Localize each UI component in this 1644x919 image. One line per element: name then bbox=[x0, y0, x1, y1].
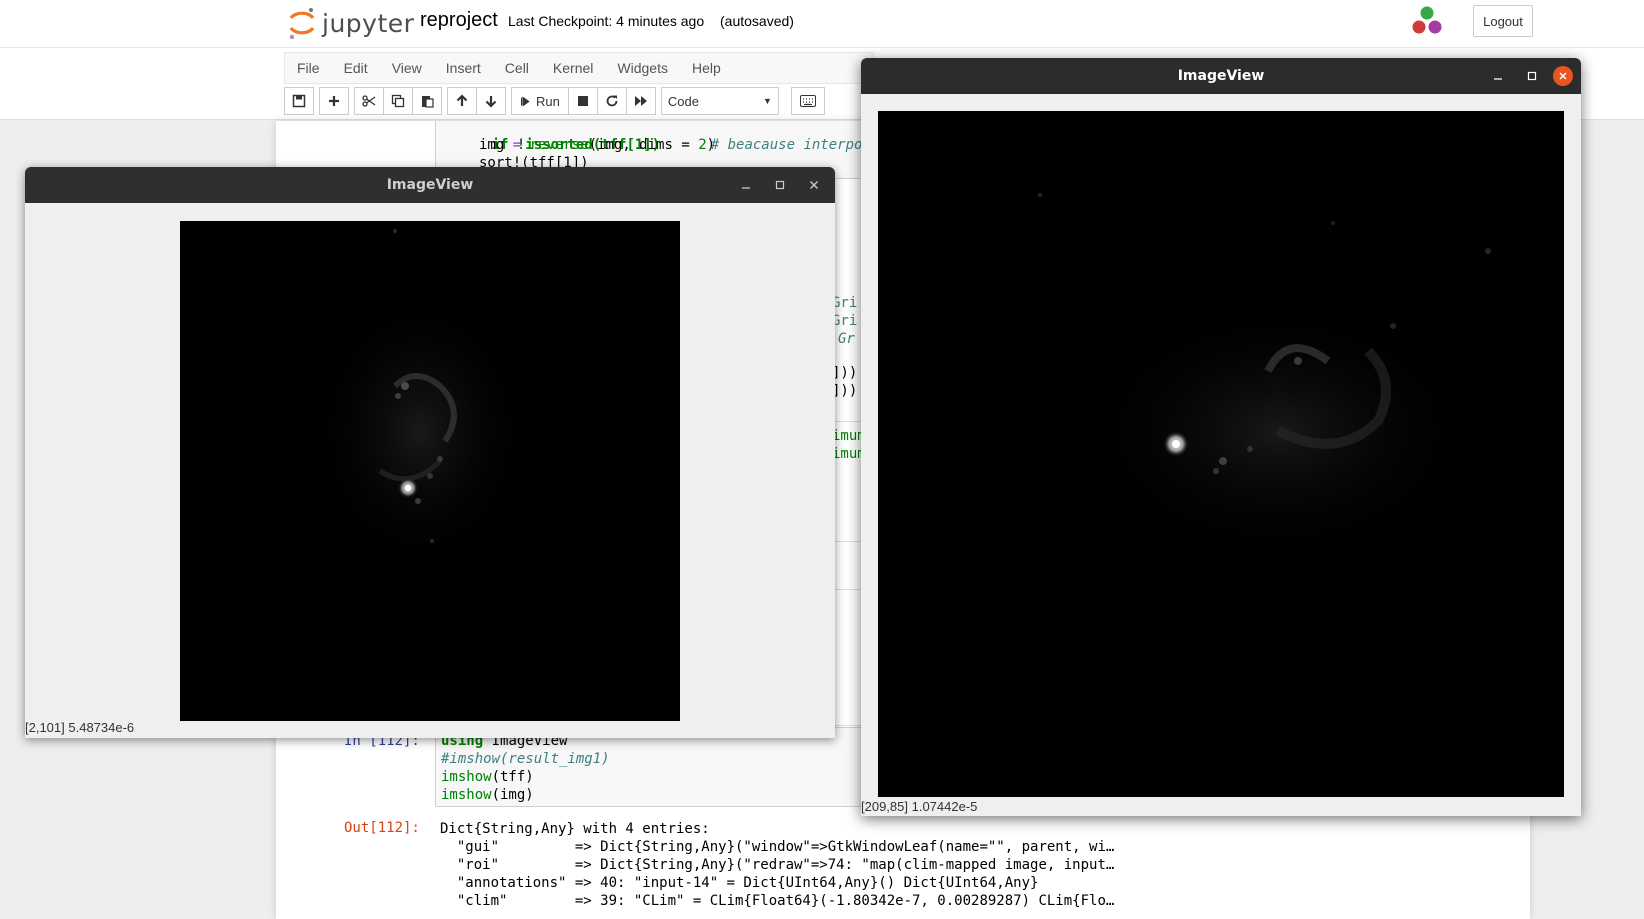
notebook-name[interactable]: reproject bbox=[420, 9, 498, 32]
paste-button[interactable] bbox=[412, 87, 442, 115]
code-comment: # beacause interpola bbox=[710, 137, 880, 153]
code-fragment: ])) bbox=[832, 383, 858, 399]
dropdown-caret-icon: ▼ bbox=[762, 96, 772, 106]
window-title: ImageView bbox=[386, 177, 474, 193]
toolbar: Run Code ▼ bbox=[284, 86, 825, 116]
move-up-button[interactable] bbox=[447, 87, 477, 115]
window-titlebar[interactable]: ImageView bbox=[861, 58, 1581, 94]
run-button[interactable]: Run bbox=[511, 87, 569, 115]
save-icon bbox=[292, 94, 306, 108]
code-fn: reverse bbox=[529, 137, 589, 153]
plus-icon bbox=[329, 96, 339, 106]
galaxy-image bbox=[878, 111, 1564, 797]
checkpoint-status: Last Checkpoint: 4 minutes ago bbox=[508, 13, 705, 29]
maximize-icon bbox=[1527, 71, 1537, 81]
restart-run-all-button[interactable] bbox=[625, 87, 656, 115]
maximize-button[interactable] bbox=[767, 172, 793, 198]
code-args: (img) bbox=[491, 787, 534, 803]
close-icon bbox=[1559, 72, 1567, 80]
scissors-icon bbox=[362, 95, 376, 107]
pixel-readout: [2,101] 5.48734e-6 bbox=[25, 720, 135, 735]
kernel-logo-icon bbox=[1412, 6, 1442, 34]
code-args: (img, dims = bbox=[588, 137, 699, 153]
menu-widgets[interactable]: Widgets bbox=[605, 60, 680, 76]
code-fragment: Gr bbox=[838, 331, 855, 347]
move-down-button[interactable] bbox=[476, 87, 506, 115]
cell-type-value: Code bbox=[667, 93, 699, 109]
cut-button[interactable] bbox=[354, 87, 384, 115]
minimize-icon bbox=[742, 187, 750, 189]
logo-text: jupyter bbox=[322, 8, 415, 38]
stop-icon bbox=[577, 96, 588, 106]
interrupt-button[interactable] bbox=[567, 87, 598, 115]
menu-kernel[interactable]: Kernel bbox=[541, 60, 605, 76]
cell-type-select[interactable]: Code ▼ bbox=[660, 87, 779, 115]
code-fragment: Gri bbox=[832, 295, 858, 311]
menu-file[interactable]: File bbox=[285, 60, 332, 76]
step-forward-icon bbox=[520, 95, 530, 107]
minimize-icon bbox=[1494, 78, 1502, 80]
minimize-button[interactable] bbox=[733, 172, 759, 198]
run-label: Run bbox=[536, 93, 560, 109]
imageview-window-right[interactable]: ImageView [209,85] 1.07442e-5 bbox=[861, 58, 1581, 816]
code-args: (tff) bbox=[491, 769, 534, 785]
code-var: img bbox=[479, 137, 505, 153]
copy-icon bbox=[391, 94, 405, 108]
window-titlebar[interactable]: ImageView bbox=[25, 167, 835, 203]
code-close: ) bbox=[706, 137, 716, 153]
minimize-button[interactable] bbox=[1485, 63, 1511, 89]
fast-forward-icon bbox=[634, 96, 647, 106]
code-comment: #imshow(result_img1) bbox=[441, 751, 610, 767]
pixel-readout: [209,85] 1.07442e-5 bbox=[861, 799, 978, 814]
output-line: Dict{String,Any} with 4 entries: bbox=[440, 821, 710, 837]
jupyter-header: jupyter reproject Last Checkpoint: 4 min… bbox=[0, 0, 1644, 48]
arrow-up-icon bbox=[456, 94, 468, 106]
copy-button[interactable] bbox=[383, 87, 413, 115]
image-canvas[interactable] bbox=[878, 111, 1564, 797]
save-button[interactable] bbox=[284, 87, 314, 115]
restart-button[interactable] bbox=[596, 87, 627, 115]
output-line: "roi" => Dict{String,Any}("redraw"=>74: … bbox=[440, 857, 1115, 873]
close-icon bbox=[810, 181, 818, 189]
close-button[interactable] bbox=[1553, 66, 1573, 86]
code-fn: imshow bbox=[441, 769, 492, 785]
output-line: "annotations" => 40: "input-14" = Dict{U… bbox=[440, 875, 1039, 891]
output-line: "clim" => 39: "CLim" = CLim{Float64}(-1.… bbox=[440, 893, 1115, 909]
maximize-button[interactable] bbox=[1519, 63, 1545, 89]
menu-edit[interactable]: Edit bbox=[332, 60, 380, 76]
menubar: File Edit View Insert Cell Kernel Widget… bbox=[284, 52, 874, 84]
jupyter-logo[interactable]: jupyter bbox=[288, 6, 414, 40]
window-title: ImageView bbox=[1177, 68, 1265, 84]
paste-icon bbox=[422, 96, 434, 108]
command-palette-button[interactable] bbox=[790, 87, 825, 115]
code-fragment: ])) bbox=[832, 365, 858, 381]
output-line: "gui" => Dict{String,Any}("window"=>GtkW… bbox=[440, 839, 1115, 855]
arrow-down-icon bbox=[485, 96, 497, 108]
keyboard-icon bbox=[799, 95, 816, 107]
jupyter-logo-icon bbox=[289, 8, 315, 40]
output-prompt: Out[112]: bbox=[344, 820, 420, 836]
menu-insert[interactable]: Insert bbox=[434, 60, 493, 76]
logout-button[interactable]: Logout bbox=[1473, 5, 1533, 37]
code-num: 2 bbox=[698, 137, 707, 153]
image-canvas[interactable] bbox=[180, 221, 680, 721]
maximize-icon bbox=[775, 180, 785, 190]
insert-cell-button[interactable] bbox=[319, 87, 349, 115]
autosave-status: (autosaved) bbox=[720, 13, 794, 29]
galaxy-image bbox=[180, 221, 680, 721]
code-fn: imshow bbox=[441, 787, 492, 803]
menu-cell[interactable]: Cell bbox=[493, 60, 541, 76]
refresh-icon bbox=[606, 95, 618, 107]
close-button[interactable] bbox=[801, 172, 827, 198]
menu-help[interactable]: Help bbox=[680, 60, 733, 76]
code-fragment: Gri bbox=[832, 313, 858, 329]
imageview-window-left[interactable]: ImageView [2,101] 5.48734e-6 bbox=[25, 167, 835, 738]
code-op: = bbox=[504, 137, 530, 153]
menu-view[interactable]: View bbox=[380, 60, 434, 76]
